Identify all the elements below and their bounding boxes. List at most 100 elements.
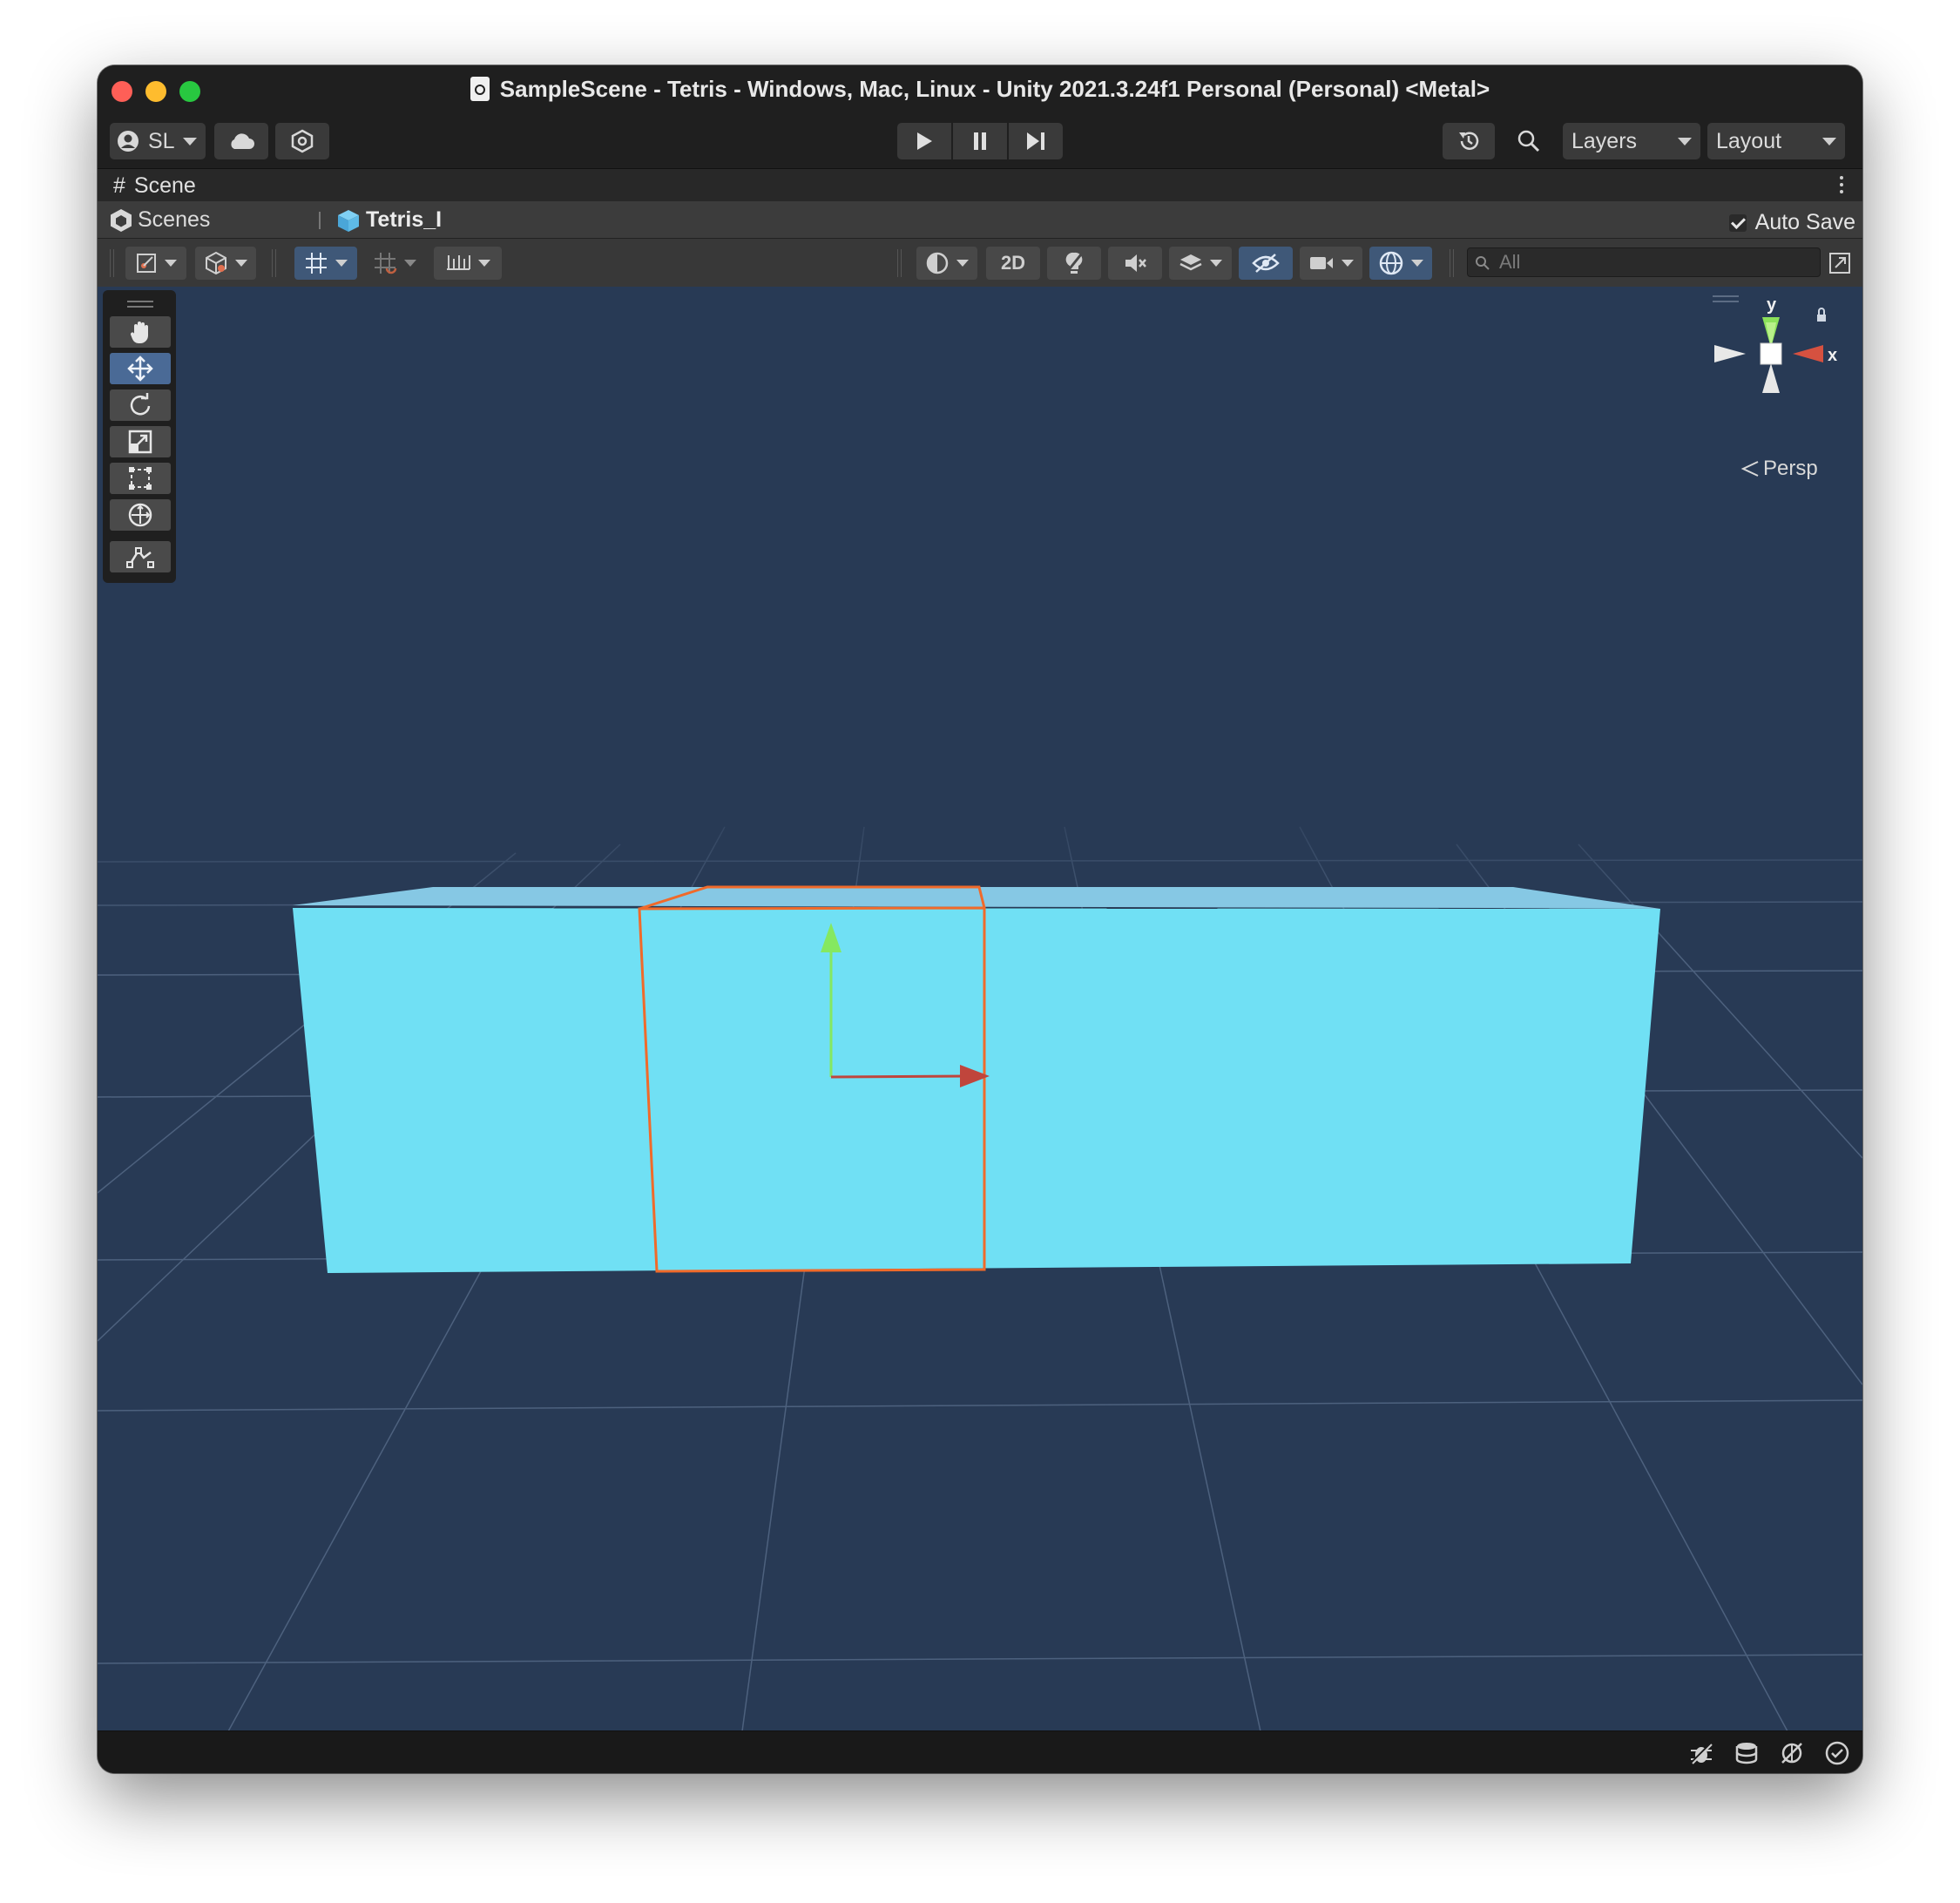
breadcrumb-prefab-label: Tetris_I — [366, 207, 443, 232]
auto-save-toggle[interactable]: Auto Save — [1728, 210, 1855, 235]
transform-icon — [128, 503, 152, 527]
scene-tab-label: Scene — [133, 173, 196, 198]
search-placeholder: All — [1499, 251, 1521, 273]
maximize-view-icon[interactable] — [1828, 251, 1852, 275]
search-icon — [1476, 256, 1490, 270]
scene-visibility-toggle[interactable] — [1239, 247, 1293, 280]
chevron-down-icon — [183, 138, 197, 146]
chevron-down-icon — [335, 260, 348, 267]
layers-dropdown[interactable]: Layers — [1563, 123, 1700, 159]
window-title-container: SampleScene - Tetris - Windows, Mac, Lin… — [98, 76, 1862, 103]
title-bar: SampleScene - Tetris - Windows, Mac, Lin… — [98, 65, 1862, 116]
tool-hand[interactable] — [110, 316, 171, 348]
increment-snapping-dropdown[interactable] — [434, 247, 502, 280]
auto-save-checkbox[interactable] — [1728, 213, 1747, 232]
hidden-eye-icon — [1252, 254, 1280, 273]
undo-history-button[interactable] — [1443, 123, 1495, 159]
drag-handle-icon[interactable] — [127, 301, 153, 302]
tool-custom-editor[interactable] — [110, 541, 171, 572]
breadcrumb-separator — [319, 212, 321, 229]
breadcrumb-scenes[interactable]: Scenes — [110, 207, 210, 233]
scene-toolbar: 2D All — [98, 238, 1862, 288]
pause-button[interactable] — [953, 123, 1007, 159]
scene-tab-bar: # Scene — [98, 168, 1862, 202]
rect-tool-icon — [129, 467, 152, 490]
scene-viewport[interactable]: y x Persp — [98, 287, 1862, 1731]
lighting-toggle[interactable] — [1047, 247, 1101, 280]
cloud-icon — [231, 133, 254, 149]
layout-label: Layout — [1716, 128, 1782, 153]
breadcrumb: Scenes Tetris_I Auto Save — [98, 201, 1862, 238]
tool-move[interactable] — [110, 353, 171, 384]
rotate-icon — [130, 393, 151, 416]
tab-menu-icon[interactable] — [1840, 176, 1843, 197]
chevron-down-icon — [165, 260, 177, 267]
audio-toggle[interactable] — [1108, 247, 1162, 280]
cloud-button[interactable] — [214, 123, 268, 159]
history-icon — [1459, 132, 1479, 150]
chevron-down-icon — [1342, 260, 1354, 267]
cache-server-icon[interactable] — [1734, 1740, 1760, 1766]
play-icon — [917, 132, 932, 150]
chevron-down-icon — [1822, 138, 1836, 146]
chevron-down-icon — [1210, 260, 1222, 267]
collab-button[interactable] — [275, 123, 329, 159]
toolbar-separator — [110, 249, 114, 277]
prefab-cube-icon — [338, 209, 359, 232]
hierarchy-search-input[interactable]: All — [1467, 247, 1821, 277]
2d-mode-label: 2D — [1000, 252, 1026, 274]
axis-x-label: x — [1828, 346, 1838, 365]
grid-visibility-dropdown[interactable] — [294, 247, 357, 280]
projection-label: Persp — [1763, 457, 1818, 480]
2d-mode-button[interactable]: 2D — [986, 247, 1040, 280]
scene-world — [98, 775, 1862, 1731]
layers-label: Layers — [1571, 128, 1638, 153]
step-button[interactable] — [1009, 123, 1063, 159]
unity-logo-icon — [111, 208, 132, 232]
ruler-icon — [447, 255, 470, 270]
debug-icon[interactable] — [1688, 1740, 1714, 1766]
chevron-down-icon — [235, 260, 247, 267]
chevron-down-icon — [404, 260, 416, 267]
grid-snapping-dropdown[interactable] — [364, 247, 425, 280]
breadcrumb-prefab[interactable]: Tetris_I — [336, 207, 442, 233]
grid-icon — [306, 253, 327, 274]
main-toolbar: SL Layers Layout — [98, 116, 1862, 168]
progress-check-icon[interactable] — [1824, 1740, 1850, 1766]
draw-mode-dropdown[interactable] — [916, 247, 977, 280]
chevron-down-icon — [956, 260, 969, 267]
shading-sphere-icon — [926, 252, 949, 274]
account-label: SL — [148, 128, 175, 153]
tool-handle-position-dropdown[interactable] — [125, 247, 186, 280]
search-button[interactable] — [1502, 123, 1556, 159]
account-dropdown[interactable]: SL — [110, 123, 206, 159]
layout-dropdown[interactable]: Layout — [1707, 123, 1845, 159]
play-button[interactable] — [897, 123, 951, 159]
effects-dropdown[interactable] — [1169, 247, 1232, 280]
tool-handle-rotation-dropdown[interactable] — [195, 247, 256, 280]
tab-scene[interactable]: # Scene — [113, 173, 196, 199]
auto-save-label: Auto Save — [1754, 210, 1855, 234]
chevron-down-icon — [1678, 138, 1692, 146]
tool-transform[interactable] — [110, 499, 171, 531]
unity-editor-window: SampleScene - Tetris - Windows, Mac, Lin… — [98, 65, 1862, 1773]
tools-overlay — [103, 290, 176, 583]
drag-handle-icon[interactable] — [127, 306, 153, 308]
pause-icon — [974, 132, 986, 150]
toolbar-separator — [897, 249, 902, 277]
orientation-gizmo[interactable]: y x Persp — [1706, 295, 1845, 487]
chevron-down-icon — [1411, 260, 1423, 267]
projection-toggle[interactable]: Persp — [1740, 457, 1818, 481]
axis-gizmo-graphic — [1714, 308, 1826, 393]
tool-rect[interactable] — [110, 463, 171, 494]
grid-snap-icon — [375, 253, 397, 274]
gizmos-dropdown[interactable] — [1369, 247, 1432, 280]
chevron-down-icon — [478, 260, 490, 267]
scene-camera-dropdown[interactable] — [1300, 247, 1362, 280]
toolbar-separator — [272, 249, 276, 277]
tool-rotate[interactable] — [110, 389, 171, 421]
tool-scale[interactable] — [110, 426, 171, 457]
auto-generate-lighting-icon[interactable] — [1779, 1740, 1805, 1766]
perspective-icon — [1740, 461, 1759, 477]
breadcrumb-scenes-label: Scenes — [138, 207, 211, 232]
